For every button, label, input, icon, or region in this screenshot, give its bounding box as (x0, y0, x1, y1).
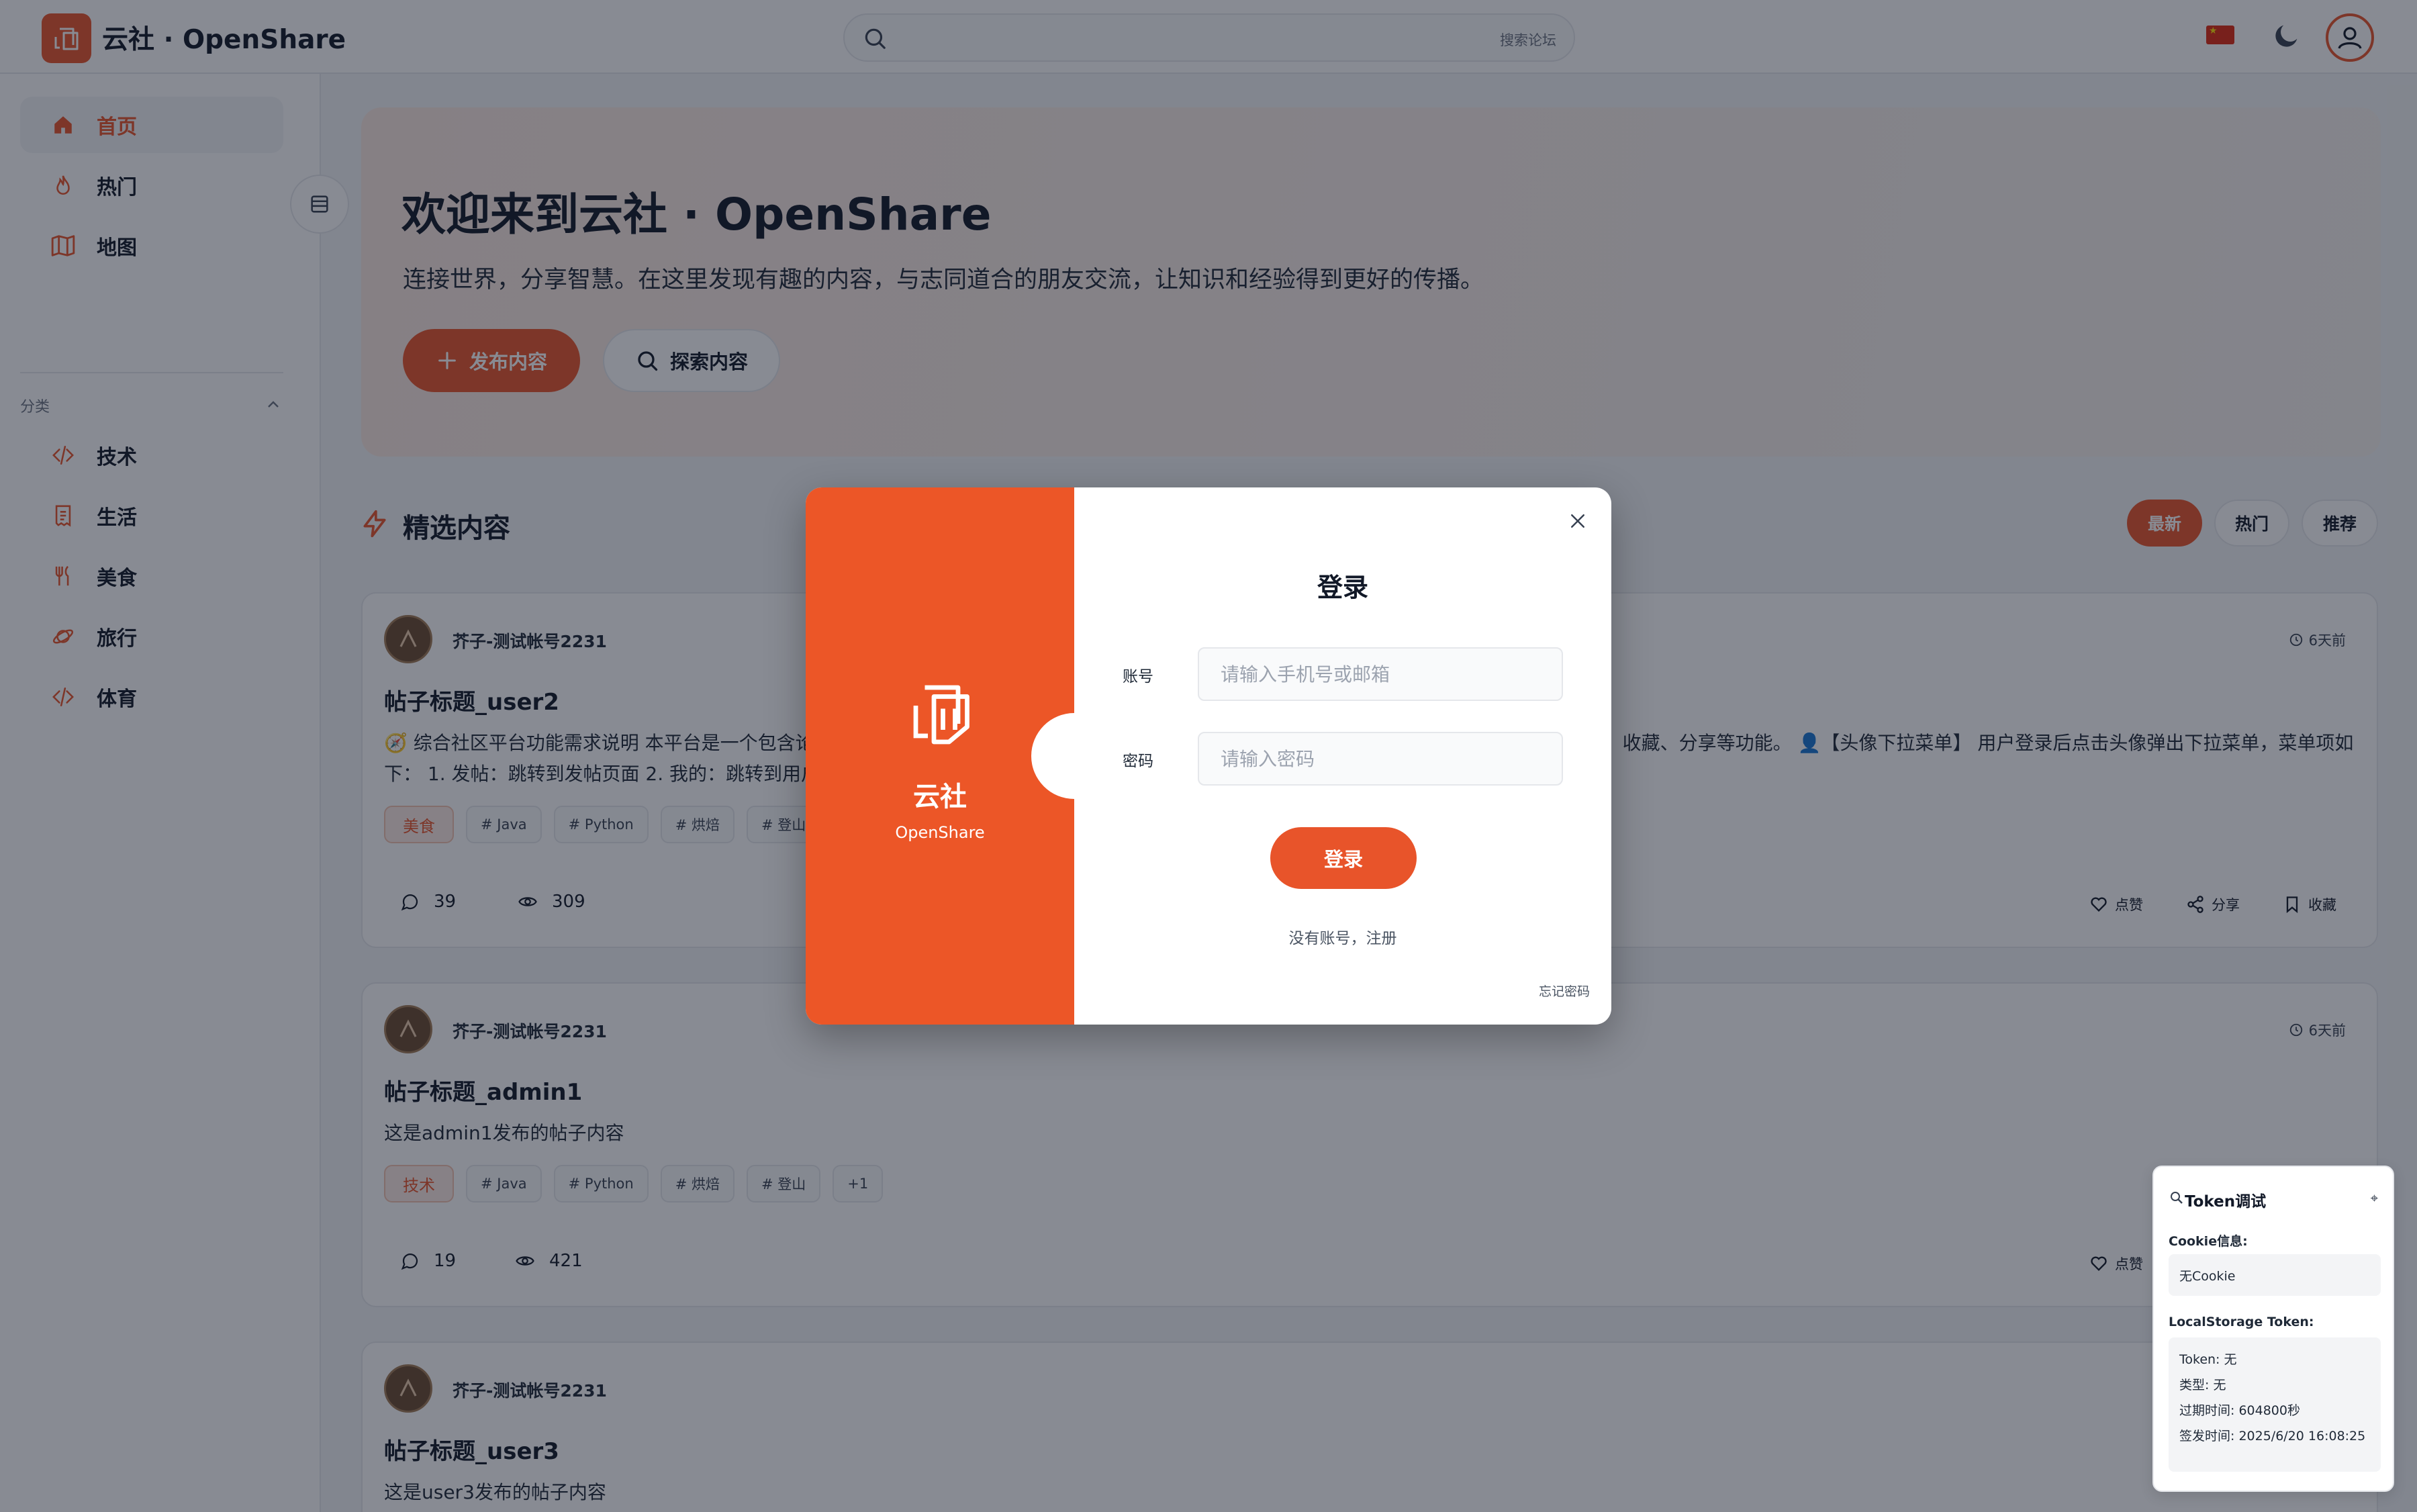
pin-icon[interactable]: ⌖ (2371, 1190, 2378, 1206)
account-label: 账号 (1123, 668, 1153, 686)
cookie-label: Cookie信息: (2169, 1234, 2248, 1249)
register-link[interactable]: 没有账号，注册 (1074, 925, 1611, 948)
token-details: Token: 无 类型: 无 过期时间: 604800秒 签发时间: 2025/… (2169, 1337, 2381, 1472)
localstorage-label: LocalStorage Token: (2169, 1315, 2314, 1329)
issued-line: 签发时间: 2025/6/20 16:08:25 (2179, 1429, 2366, 1444)
token-line: Token: 无 (2179, 1352, 2237, 1367)
login-button[interactable]: 登录 (1270, 827, 1417, 889)
close-icon[interactable] (1564, 508, 1591, 534)
modal-brand-title: 云社 (913, 782, 967, 812)
login-modal: 云社 OpenShare 登录 账号 密码 登录 没有账号，注册 忘记密码 (806, 487, 1611, 1025)
logo-icon (904, 675, 976, 751)
forgot-password-link[interactable]: 忘记密码 (1539, 982, 1590, 1000)
token-panel-title: Token调试 (2169, 1188, 2266, 1211)
modal-title: 登录 (1317, 573, 1368, 602)
token-panel-title-text: Token调试 (2185, 1193, 2267, 1211)
password-input[interactable] (1198, 732, 1563, 786)
password-label: 密码 (1123, 753, 1153, 770)
cookie-value: 无Cookie (2169, 1254, 2381, 1296)
expire-line: 过期时间: 604800秒 (2179, 1403, 2300, 1418)
modal-brand-subtitle: OpenShare (895, 823, 985, 842)
type-line: 类型: 无 (2179, 1378, 2226, 1392)
account-input[interactable] (1198, 647, 1563, 701)
magnifier-icon (2169, 1190, 2185, 1210)
token-debug-panel: Token调试 ⌖ Cookie信息: 无Cookie LocalStorage… (2152, 1166, 2394, 1492)
modal-notch (1031, 713, 1117, 799)
